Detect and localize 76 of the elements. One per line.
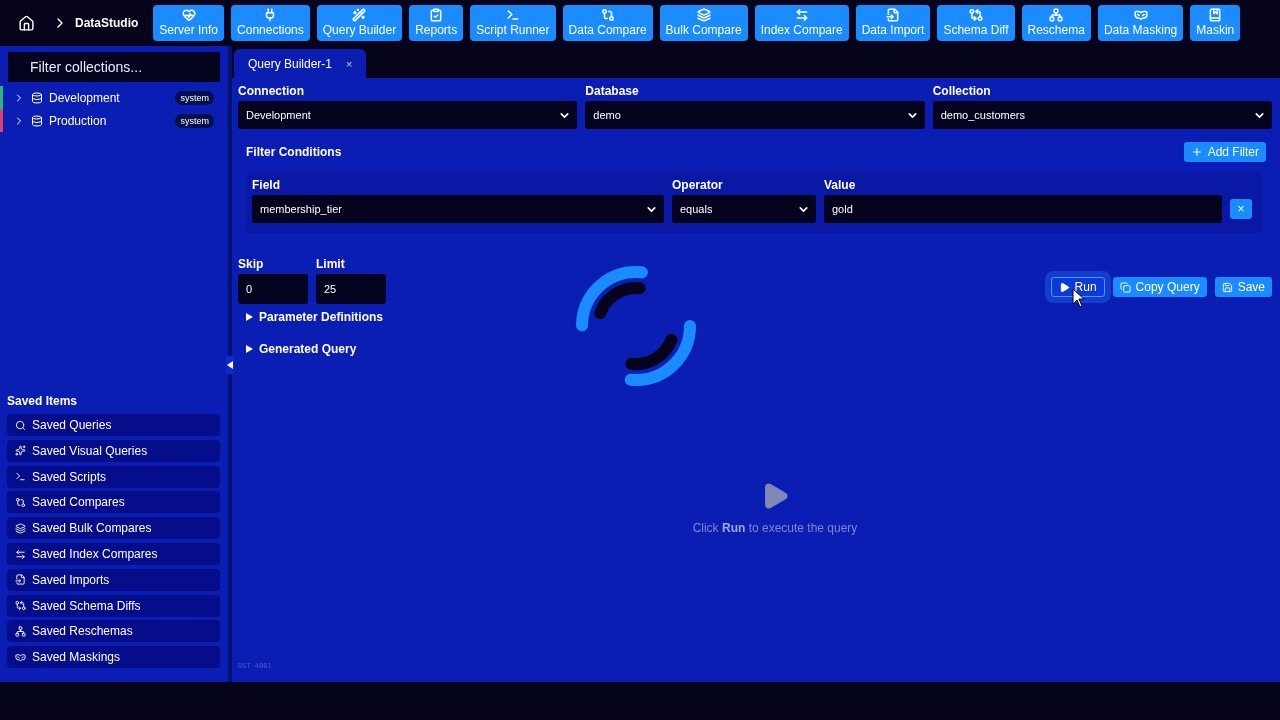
connection-name: Production bbox=[49, 113, 107, 128]
layers-icon bbox=[15, 522, 26, 534]
saved-item[interactable]: Saved Reschemas bbox=[7, 620, 220, 643]
dropdown[interactable]: demo_customers bbox=[932, 101, 1272, 129]
saved-item[interactable]: Saved Index Compares bbox=[7, 543, 220, 565]
field-label: Connection bbox=[238, 84, 305, 98]
field-label: Value bbox=[824, 178, 857, 192]
clipboard-check-icon bbox=[429, 8, 444, 22]
swap-arrows-icon bbox=[15, 548, 26, 560]
compare-icon bbox=[15, 600, 26, 612]
saved-item[interactable]: Saved Queries bbox=[7, 414, 220, 437]
database-icon bbox=[31, 91, 43, 104]
search-icon bbox=[15, 419, 26, 431]
filter-field[interactable]: Filter collections... bbox=[8, 52, 220, 82]
field-label: Collection bbox=[932, 84, 992, 98]
triangle-icon bbox=[246, 345, 253, 353]
input-field[interactable]: 0 bbox=[238, 274, 308, 304]
collapsible-section[interactable]: Generated Query bbox=[238, 342, 1272, 356]
compare-icon bbox=[15, 496, 26, 508]
section-title: Filter Conditions bbox=[246, 145, 342, 159]
saved-item[interactable]: Saved Compares bbox=[7, 491, 220, 514]
saved-item[interactable]: Saved Visual Queries bbox=[7, 439, 220, 462]
saved-item[interactable]: Saved Maskings bbox=[7, 646, 220, 669]
copy-icon bbox=[1119, 281, 1131, 293]
compare-icon bbox=[600, 8, 615, 22]
input-field[interactable]: 25 bbox=[316, 274, 386, 304]
close-button[interactable]: × bbox=[346, 57, 353, 70]
mask-icon bbox=[1133, 8, 1148, 22]
input-field[interactable]: gold bbox=[824, 195, 1222, 223]
terminal-icon bbox=[15, 471, 26, 483]
play-icon bbox=[1058, 281, 1070, 293]
dropdown[interactable]: membership_tier bbox=[252, 195, 664, 223]
file-import-icon bbox=[886, 8, 900, 22]
heart-pulse-icon bbox=[181, 8, 196, 22]
field-label: Limit bbox=[316, 257, 346, 271]
compare-icon bbox=[968, 8, 983, 22]
empty-message: Click Run to execute the query bbox=[692, 521, 858, 535]
dropdown[interactable]: Development bbox=[238, 101, 578, 129]
connection-item[interactable]: Production system bbox=[0, 109, 220, 132]
triangle-icon bbox=[227, 361, 233, 369]
connection-name: Development bbox=[49, 90, 120, 105]
collapse-handle[interactable] bbox=[226, 356, 234, 374]
collapsible-section[interactable]: Parameter Definitions bbox=[238, 310, 1272, 324]
query-tab[interactable]: Query Builder-1 × bbox=[234, 49, 367, 78]
swap-arrows-icon bbox=[794, 8, 809, 22]
database-icon bbox=[31, 114, 43, 127]
field-label: Field bbox=[252, 178, 281, 192]
tab-label: Query Builder-1 bbox=[248, 56, 333, 71]
bookmark-book-icon bbox=[1208, 8, 1223, 22]
saved-item[interactable]: Saved Imports bbox=[7, 568, 220, 591]
field-label: Database bbox=[585, 84, 640, 98]
saved-item[interactable]: Saved Schema Diffs bbox=[7, 594, 220, 617]
layers-icon bbox=[696, 8, 711, 22]
field-label: Skip bbox=[238, 257, 265, 271]
saved-items-title: Saved Items bbox=[6, 394, 79, 409]
run-button[interactable]: Run bbox=[1050, 277, 1105, 297]
saved-item[interactable]: Saved Bulk Compares bbox=[7, 517, 220, 540]
save-icon bbox=[1221, 281, 1233, 293]
connection-item[interactable]: Development system bbox=[0, 86, 220, 109]
connection-badge: system bbox=[175, 90, 214, 105]
magic-wand-icon bbox=[352, 8, 367, 22]
field-label: Operator bbox=[672, 178, 724, 192]
file-import-icon bbox=[15, 574, 26, 586]
dropdown[interactable]: equals bbox=[672, 195, 816, 223]
home-icon[interactable] bbox=[18, 14, 35, 32]
dropdown[interactable]: demo bbox=[585, 101, 925, 129]
connection-badge: system bbox=[175, 113, 214, 128]
network-icon bbox=[1049, 8, 1064, 22]
terminal-icon bbox=[505, 8, 520, 22]
triangle-icon bbox=[246, 313, 253, 321]
sparkles-icon bbox=[15, 445, 26, 457]
saved-item[interactable]: Saved Scripts bbox=[7, 465, 220, 488]
plus-icon bbox=[1190, 146, 1203, 158]
breadcrumb-title: DataStudio bbox=[75, 16, 139, 30]
network-icon bbox=[15, 625, 26, 637]
mask-icon bbox=[15, 651, 26, 663]
